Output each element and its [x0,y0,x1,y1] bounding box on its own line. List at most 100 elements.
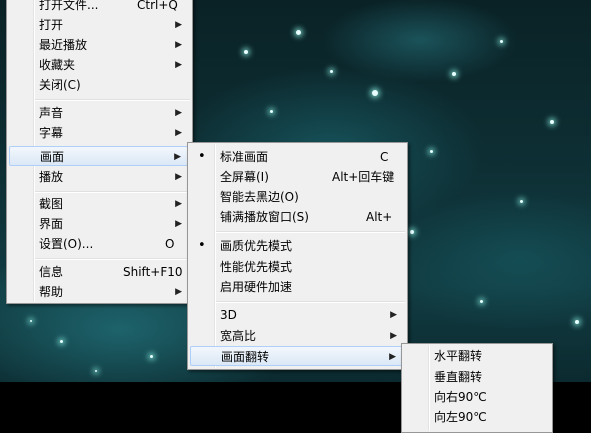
chevron-right-icon: ▶ [175,60,182,70]
menu-item-label: 向左90℃ [434,410,487,424]
menu-item-label: 帮助 [39,285,64,299]
star [30,320,32,322]
menu-item-label: 水平翻转 [434,349,483,363]
star [410,230,414,234]
menu-item-label: 打开 [39,18,64,32]
chevron-right-icon: ▶ [175,40,182,50]
chevron-right-icon: ▶ [175,128,182,138]
main-context-menu: 打开文件... Ctrl+Q 打开 ▶ 最近播放 ▶ 收藏夹 ▶ 关闭(C) 声… [6,0,193,304]
chevron-right-icon: ▶ [390,331,397,341]
menu-item-label: 铺满播放窗口(S) [220,210,309,224]
chevron-right-icon: ▶ [390,310,397,320]
menu-item-label: 关闭(C) [39,78,81,92]
star [150,355,153,358]
menu-item-settings[interactable]: 设置(O)... O [9,234,190,254]
star [244,50,248,54]
shortcut-label: C [380,150,389,164]
menu-item-3d[interactable]: 3D ▶ [190,305,405,325]
menu-item-label: 性能优先模式 [220,260,293,274]
radio-bullet-icon: • [198,238,206,253]
menu-item-label: 信息 [39,265,64,279]
shortcut-label: Alt+ [366,210,393,224]
menu-item-recent[interactable]: 最近播放 ▶ [9,35,190,55]
menu-item-label: 智能去黑边(O) [220,190,299,204]
menu-item-help[interactable]: 帮助 ▶ [9,282,190,302]
menu-item-label: 设置(O)... [39,237,94,251]
chevron-right-icon: ▶ [175,199,182,209]
menu-item-label: 3D [220,308,237,322]
menu-item-screenshot[interactable]: 截图 ▶ [9,194,190,214]
menu-item-audio[interactable]: 声音 ▶ [9,103,190,123]
menu-item-label: 打开文件... [39,0,99,12]
menu-item-hw-acceleration[interactable]: 启用硬件加速 [190,277,405,297]
menu-item-label: 启用硬件加速 [220,280,293,294]
menu-item-label: 垂直翻转 [434,370,483,384]
menu-item-label: 宽高比 [220,329,257,343]
menu-item-label: 字幕 [39,126,64,140]
star [430,150,433,153]
menu-item-label: 标准画面 [220,150,269,164]
star [520,200,523,203]
menu-item-label: 截图 [39,197,64,211]
shortcut-label: Ctrl+Q [137,0,178,12]
menu-item-quality-mode[interactable]: • 画质优先模式 [190,236,405,256]
menu-item-subtitles[interactable]: 字幕 ▶ [9,123,190,143]
menu-item-label: 画面翻转 [221,350,270,364]
star [452,72,456,76]
menu-item-open-file[interactable]: 打开文件... Ctrl+Q [9,0,190,15]
menu-item-picture[interactable]: 画面 ▶ [9,146,190,166]
star [575,320,579,324]
menu-item-fullscreen[interactable]: 全屏幕(I) Alt+回车键 [190,167,405,187]
menu-item-smart-crop[interactable]: 智能去黑边(O) [190,187,405,207]
menu-item-flip-vertical[interactable]: 垂直翻转 [404,367,550,387]
menu-item-label: 画质优先模式 [220,239,293,253]
menu-item-label: 最近播放 [39,38,88,52]
chevron-right-icon: ▶ [175,287,182,297]
chevron-right-icon: ▶ [174,152,181,162]
star [270,110,273,113]
menu-item-label: 全屏幕(I) [220,170,269,184]
menu-item-picture-flip[interactable]: 画面翻转 ▶ [190,346,405,366]
menu-item-rotate-left-90[interactable]: 向左90℃ [404,407,550,427]
menu-item-favorites[interactable]: 收藏夹 ▶ [9,55,190,75]
menu-item-label: 界面 [39,217,64,231]
menu-item-playback[interactable]: 播放 ▶ [9,167,190,187]
star [330,70,333,73]
shortcut-label: Shift+F10 [123,265,183,279]
chevron-right-icon: ▶ [175,172,182,182]
menu-item-performance-mode[interactable]: 性能优先模式 [190,257,405,277]
menu-item-label: 画面 [40,150,65,164]
menu-item-aspect-ratio[interactable]: 宽高比 ▶ [190,326,405,346]
star [296,30,301,35]
menu-item-label: 声音 [39,106,64,120]
menu-item-interface[interactable]: 界面 ▶ [9,214,190,234]
menu-separator [35,191,190,193]
radio-bullet-icon: • [198,149,206,164]
chevron-right-icon: ▶ [389,352,396,362]
star [480,300,483,303]
menu-item-standard-picture[interactable]: • 标准画面 C [190,147,405,167]
menu-item-close[interactable]: 关闭(C) [9,75,190,95]
picture-submenu: • 标准画面 C 全屏幕(I) Alt+回车键 智能去黑边(O) 铺满播放窗口(… [187,142,408,370]
menu-item-rotate-right-90[interactable]: 向右90℃ [404,387,550,407]
menu-item-label: 向右90℃ [434,390,487,404]
menu-separator [35,258,190,260]
shortcut-label: O [165,237,175,251]
star [60,340,63,343]
chevron-right-icon: ▶ [175,108,182,118]
star [550,120,554,124]
menu-item-open[interactable]: 打开 ▶ [9,15,190,35]
star [372,90,378,96]
menu-separator [35,99,190,101]
menu-item-flip-horizontal[interactable]: 水平翻转 [404,346,550,366]
menu-item-fill-window[interactable]: 铺满播放窗口(S) Alt+ [190,207,405,227]
star [95,370,97,372]
menu-separator [216,231,405,233]
flip-submenu: 水平翻转 垂直翻转 向右90℃ 向左90℃ [401,343,553,433]
chevron-right-icon: ▶ [175,219,182,229]
menu-item-label: 播放 [39,170,64,184]
menu-item-info[interactable]: 信息 Shift+F10 [9,262,190,282]
menu-separator [216,301,405,303]
shortcut-label: Alt+回车键 [332,170,395,184]
star [500,40,503,43]
